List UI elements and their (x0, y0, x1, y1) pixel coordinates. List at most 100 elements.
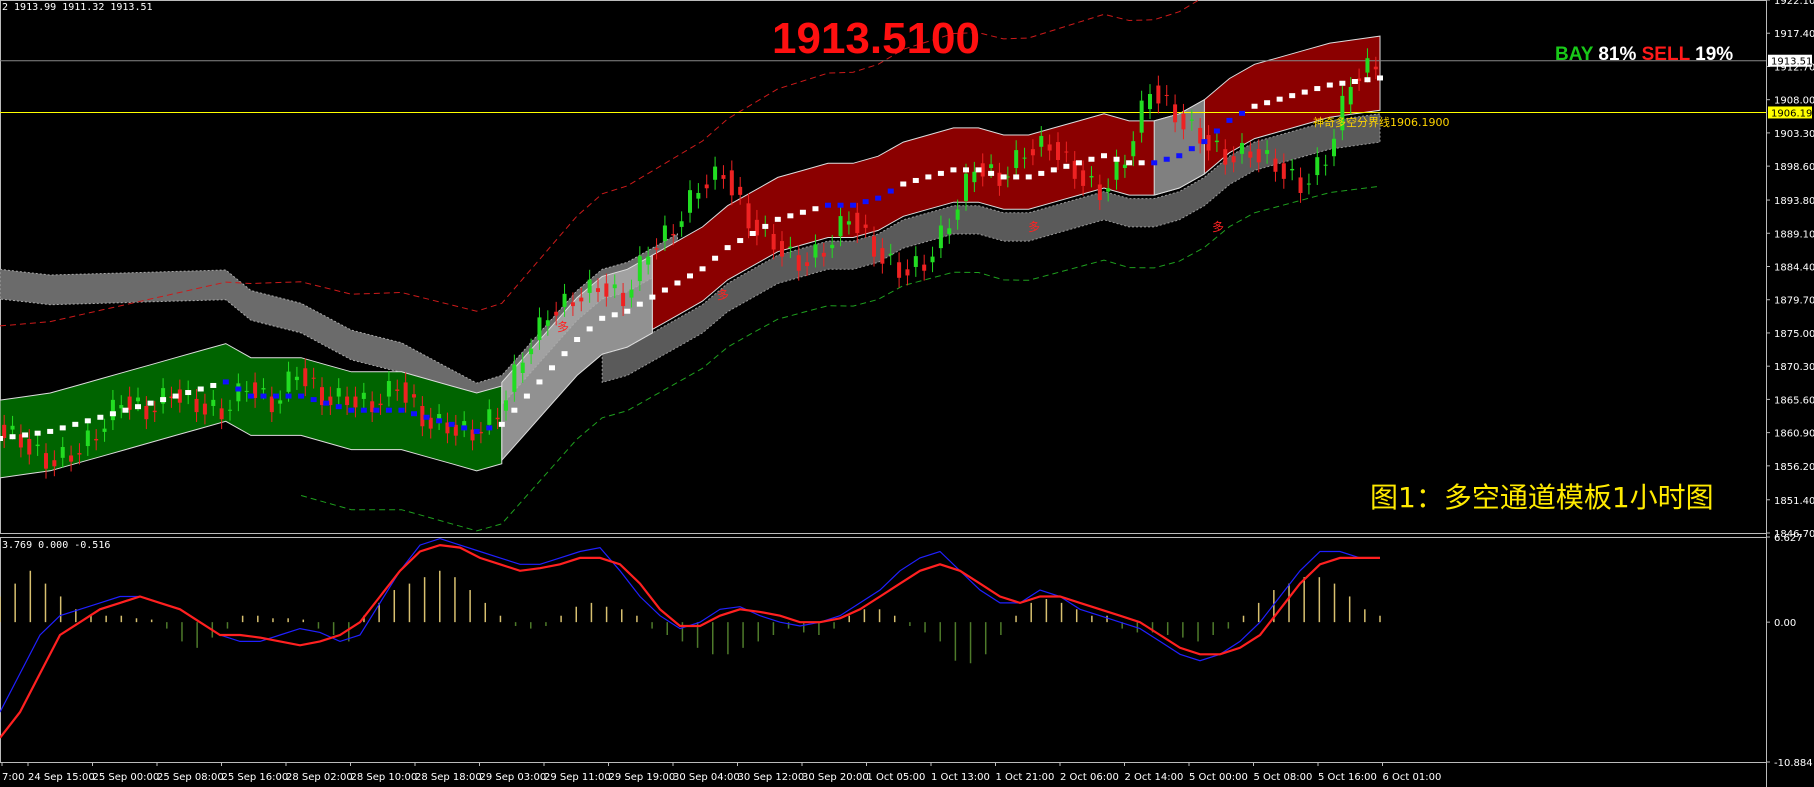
trend-dot (22, 432, 29, 438)
macd-fast-line (0, 543, 1380, 739)
current-price-display: 1913.5100 (772, 14, 980, 63)
trend-dot (1138, 160, 1145, 166)
macd-y-tick-label: 0.00 (1774, 618, 1796, 629)
candle-body (1030, 149, 1035, 156)
candle-body (562, 293, 567, 308)
x-tick-label: 2 Oct 14:00 (1125, 772, 1184, 783)
trend-dot (724, 245, 731, 251)
trend-dot (687, 273, 693, 279)
trend-dot (197, 386, 204, 392)
candle-body (412, 394, 416, 398)
candle-body (872, 236, 876, 257)
trend-dot (47, 428, 54, 434)
trend-dot (423, 414, 430, 420)
trend-dot (59, 425, 66, 431)
trend-dot (1126, 160, 1133, 166)
x-tick-label: 25 Sep 16:00 (222, 772, 289, 783)
candle-body (746, 203, 751, 229)
trend-dot (837, 202, 844, 208)
trend-dot (1013, 174, 1020, 180)
candle-body (863, 224, 868, 228)
candle-body (1089, 176, 1094, 178)
x-tick-label: 30 Sep 04:00 (673, 772, 740, 783)
candle-body (194, 398, 199, 413)
candle-body (646, 256, 651, 265)
trend-dot (561, 351, 568, 357)
candle-body (35, 444, 40, 447)
candle-body (261, 388, 266, 390)
trend-dot (549, 365, 555, 371)
candle-body (545, 320, 550, 326)
trend-dot (887, 188, 894, 194)
trend-dot (799, 209, 806, 215)
candle-body (1148, 94, 1152, 110)
candle-body (662, 225, 667, 242)
candle-body (688, 190, 692, 213)
trend-dot (636, 301, 643, 307)
candle-body (713, 166, 718, 180)
candle-body (880, 248, 885, 264)
macd-y-tick-label: 6.627 (1774, 533, 1803, 544)
trend-dot (172, 393, 179, 399)
candle-body (85, 430, 90, 447)
candle-body (1256, 149, 1261, 163)
y-tick-label: 1870.30 (1774, 362, 1814, 373)
candle-body (587, 279, 592, 293)
chart-window[interactable]: 1922.10 1917.40 1912.70 1908.00 1903.30 1898.… (0, 0, 1814, 787)
trend-dot (1239, 110, 1245, 116)
trend-dot (34, 430, 41, 436)
trend-dot (536, 379, 543, 385)
candle-body (1240, 143, 1244, 154)
candle-body (846, 221, 851, 225)
candle-body (1273, 158, 1278, 172)
trend-dot (1351, 79, 1358, 84)
candle-body (1056, 142, 1060, 160)
candle-body (972, 171, 977, 183)
candle-body (236, 383, 241, 402)
trend-dot (611, 312, 618, 318)
candle-body (554, 311, 559, 316)
trend-dot (1226, 117, 1233, 123)
candle-body (311, 377, 316, 379)
trend-dot (461, 425, 468, 431)
trend-dot (135, 404, 141, 410)
trend-dot (72, 421, 79, 427)
candle-body (1173, 104, 1178, 123)
trend-dot (988, 170, 995, 176)
trend-dot (1000, 174, 1007, 180)
candle-body (696, 192, 701, 199)
candle-body (1265, 150, 1270, 154)
trend-dot (749, 230, 756, 236)
candle-body (294, 376, 299, 381)
candle-body (345, 396, 350, 406)
candle-body (922, 264, 927, 271)
candle-body (136, 397, 140, 402)
candle-body (1064, 151, 1069, 153)
candle-body (671, 233, 676, 236)
trend-dot (335, 404, 342, 410)
trend-dot (448, 421, 455, 427)
trend-dot (1339, 80, 1346, 86)
x-tick-label: 28 Sep 10:00 (351, 772, 418, 783)
trend-dot (875, 195, 882, 201)
candle-body (1223, 149, 1228, 165)
y-tick-label: 1903.30 (1774, 129, 1814, 140)
candle-body (1097, 184, 1102, 201)
candle-body (1323, 164, 1328, 166)
ref-tag: 1906.19 (1771, 108, 1812, 119)
trend-dot (1364, 77, 1371, 83)
candle-body (780, 241, 784, 257)
candle-body (604, 283, 609, 297)
candle-body (838, 216, 843, 237)
ohlc-header: 2 1913.99 1911.32 1913.51 (2, 2, 153, 13)
trend-dot (398, 407, 405, 413)
price-chart[interactable]: 1922.101917.401912.701908.001903.301898.… (0, 0, 1814, 787)
candle-body (10, 425, 15, 430)
x-tick-label: 28 Sep 18:00 (415, 772, 482, 783)
candle-body (788, 246, 793, 249)
trend-dot (109, 411, 116, 417)
trend-dot (624, 308, 631, 314)
candle-body (228, 409, 232, 411)
trend-dot (310, 397, 317, 403)
candle-body (77, 453, 82, 455)
